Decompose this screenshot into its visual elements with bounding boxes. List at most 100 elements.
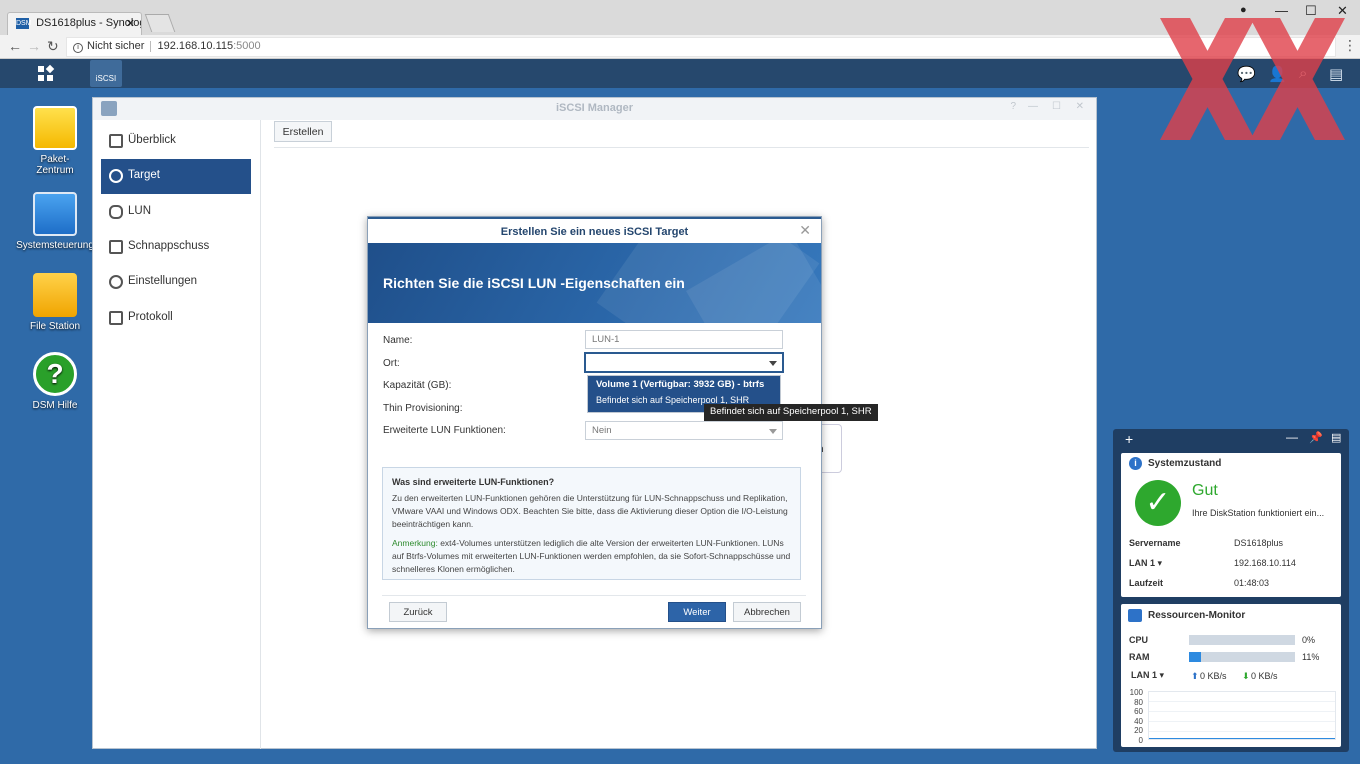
chart-series-line <box>1149 738 1335 739</box>
lan-value: 192.168.10.114 <box>1234 558 1296 568</box>
iscsi-taskbar-button[interactable]: iSCSI <box>90 60 122 87</box>
desktop-icon-paket-zentrum[interactable]: Paket- Zentrum <box>15 106 95 176</box>
add-widget-icon[interactable]: + <box>1125 431 1133 447</box>
advanced-lun-select[interactable]: Nein <box>585 421 783 440</box>
pin-icon[interactable]: 📌 <box>1309 431 1323 444</box>
profile-icon[interactable]: ● <box>1240 4 1247 16</box>
file-station-icon <box>33 273 77 317</box>
dialog-close-icon[interactable]: ✕ <box>799 222 811 239</box>
window-maximize-icon[interactable]: ☐ <box>1052 101 1061 112</box>
dialog-banner: Richten Sie die iSCSI LUN -Eigenschaften… <box>368 243 821 323</box>
main-menu-icon[interactable] <box>38 64 55 82</box>
name-field-value: LUN-1 <box>592 334 620 345</box>
sidebar-item-label: Überblick <box>128 134 176 146</box>
maximize-window-icon[interactable]: ☐ <box>1305 3 1317 19</box>
address-bar: ← → ↻ i Nicht sicher 192.168.10.115:5000 ⋮ <box>0 35 1360 59</box>
widgets-icon[interactable]: ▤ <box>1329 65 1343 83</box>
axis-tick-label: 100 <box>1129 688 1143 697</box>
capacity-label: Kapazität (GB): <box>383 380 452 391</box>
url-input[interactable]: i Nicht sicher 192.168.10.115:5000 <box>66 37 1336 57</box>
globe-icon <box>109 169 123 183</box>
dropdown-option-title[interactable]: Volume 1 (Verfügbar: 3932 GB) - btrfs <box>596 379 780 390</box>
ram-value: 11% <box>1302 652 1320 662</box>
advanced-lun-label: Erweiterte LUN Funktionen: <box>383 425 506 436</box>
health-status: Gut <box>1192 482 1218 499</box>
ort-select[interactable] <box>585 353 783 372</box>
dialog-footer-divider <box>382 595 806 596</box>
lan-select[interactable]: LAN 1 ▾ <box>1131 670 1164 681</box>
download-arrow-icon: ⬇ <box>1242 671 1250 681</box>
back-button[interactable]: Zurück <box>389 602 447 622</box>
browser-menu-icon[interactable]: ⋮ <box>1343 37 1357 54</box>
widget-minimize-icon[interactable]: — <box>1286 430 1298 444</box>
minimize-window-icon[interactable]: — <box>1275 3 1288 18</box>
toolbar-divider <box>274 147 1089 148</box>
sidebar-item-target[interactable]: Target <box>101 159 251 194</box>
servername-key: Servername <box>1129 538 1181 548</box>
dialog-title: Erstellen Sie ein neues iSCSI Target <box>368 217 821 243</box>
uptime-value: 01:48:03 <box>1234 578 1270 588</box>
name-field[interactable]: LUN-1 <box>585 330 783 349</box>
resource-monitor-widget: Ressourcen-Monitor CPU 0% RAM 11% LAN 1 … <box>1121 604 1341 747</box>
cpu-label: CPU <box>1129 635 1149 645</box>
tab-close-icon[interactable]: ✕ <box>126 17 135 30</box>
info-note: Anmerkung: ext4-Volumes unterstützen led… <box>392 537 791 576</box>
network-chart: 100 80 60 40 20 0 <box>1121 688 1341 745</box>
sidebar-item-label: Target <box>128 169 160 181</box>
control-panel-icon <box>33 192 77 236</box>
checkmark-icon: ✓ <box>1135 480 1181 526</box>
back-arrow-icon[interactable]: ← <box>8 38 22 54</box>
cpu-bar <box>1189 635 1295 645</box>
forward-arrow-icon[interactable]: → <box>27 38 41 54</box>
create-target-dialog: Erstellen Sie ein neues iSCSI Target ✕ R… <box>367 216 878 629</box>
iscsi-taskbar-label: iSCSI <box>95 74 117 83</box>
widget-panel-header: + — 📌 ▤ <box>1113 429 1349 449</box>
search-icon[interactable]: ⌕ <box>1299 65 1307 82</box>
sidebar-item-ueberblick[interactable]: Überblick <box>101 124 251 159</box>
resource-title: Ressourcen-Monitor <box>1148 610 1246 621</box>
notifications-icon[interactable]: 💬 <box>1237 65 1256 83</box>
axis-tick-label: 40 <box>1134 717 1143 726</box>
window-close-icon[interactable]: ✕ <box>1076 101 1084 112</box>
close-window-icon[interactable]: ✕ <box>1337 3 1348 19</box>
log-icon <box>109 311 123 325</box>
desktop-icon-label: File Station <box>29 321 81 332</box>
health-title: Systemzustand <box>1148 458 1222 469</box>
user-icon[interactable]: 👤 <box>1268 65 1287 83</box>
axis-tick-label: 80 <box>1134 698 1143 707</box>
chevron-down-icon <box>769 361 777 366</box>
url-port: :5000 <box>233 40 261 52</box>
new-tab-button[interactable] <box>144 14 176 32</box>
window-app-icon <box>101 101 117 116</box>
reload-icon[interactable]: ↻ <box>47 38 59 55</box>
desktop-icon-dsm-hilfe[interactable]: ? DSM Hilfe <box>15 352 95 411</box>
info-icon[interactable]: i <box>73 43 83 53</box>
sidebar-item-label: Protokoll <box>128 311 173 323</box>
axis-tick-label: 20 <box>1134 726 1143 735</box>
desktop-icon-label: DSM Hilfe <box>32 400 78 411</box>
desktop-icon-systemsteuerung[interactable]: Systemsteuerung <box>15 192 95 251</box>
desktop-icon-file-station[interactable]: File Station <box>15 273 95 332</box>
servername-value: DS1618plus <box>1234 538 1284 548</box>
thin-provisioning-label: Thin Provisioning: <box>383 403 463 414</box>
sidebar-item-schnappschuss[interactable]: Schnappschuss <box>101 230 251 265</box>
uptime-key: Laufzeit <box>1129 578 1164 588</box>
sidebar-item-label: Schnappschuss <box>128 240 210 252</box>
window-help-icon[interactable]: ? <box>1010 101 1016 112</box>
url-host: 192.168.10.115 <box>157 40 234 52</box>
sidebar-item-einstellungen[interactable]: Einstellungen <box>101 265 251 300</box>
sidebar-item-protokoll[interactable]: Protokoll <box>101 301 251 336</box>
window-minimize-icon[interactable]: — <box>1028 101 1038 112</box>
lan-key[interactable]: LAN 1 ▾ <box>1129 558 1162 569</box>
upload-arrow-icon: ⬆ <box>1191 671 1199 681</box>
chart-plot-area <box>1148 691 1336 740</box>
widget-collapse-icon[interactable]: ▤ <box>1331 431 1341 444</box>
sidebar-item-lun[interactable]: LUN <box>101 195 251 230</box>
next-button[interactable]: Weiter <box>668 602 726 622</box>
create-button[interactable]: Erstellen <box>274 121 332 142</box>
gear-icon <box>109 275 123 289</box>
cancel-button[interactable]: Abbrechen <box>733 602 801 622</box>
ram-bar <box>1189 652 1295 662</box>
overview-icon <box>109 134 123 148</box>
browser-tab[interactable]: DSM DS1618plus - Synology D ✕ <box>7 12 142 35</box>
